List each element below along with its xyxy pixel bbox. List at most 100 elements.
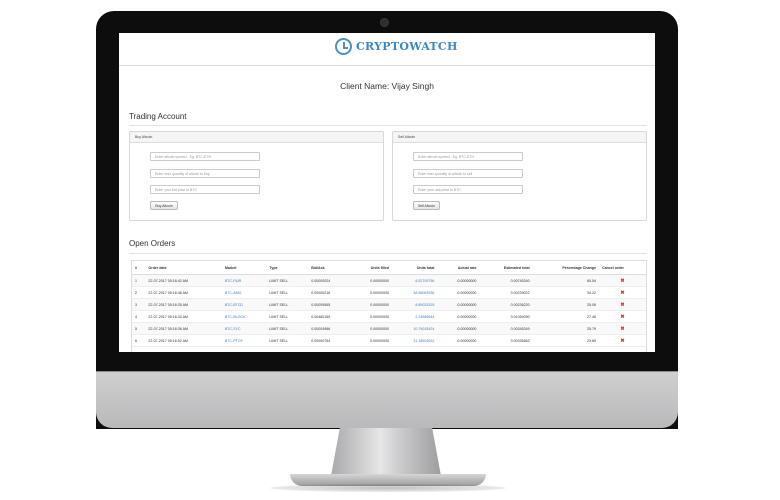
table-row: 1 22-07-2017 05:16:42 AM BTC-FAIR LIMIT … <box>132 274 646 287</box>
actual-rate: 0.00000000 <box>437 310 480 323</box>
actual-rate: 0.00000000 <box>437 334 480 347</box>
percentage-change: 34.22 <box>532 286 599 299</box>
cancel-icon[interactable]: ✖ <box>598 310 646 323</box>
sell-panel: Sell Altcoin Enter altcoin symbol - Eg. … <box>392 131 647 221</box>
buy-bid-input[interactable]: Enter your bid price in BTC <box>150 185 260 194</box>
units-filled: 0.00000000 <box>350 298 393 311</box>
row-index: 6 <box>132 334 146 347</box>
row-index: 1 <box>132 274 146 287</box>
buy-symbol-input[interactable]: Enter altcoin symbol - Eg. BTC-ETH <box>150 152 260 161</box>
units-filled: 0.00000000 <box>350 334 393 347</box>
row-index: 3 <box>132 298 146 311</box>
market-link[interactable]: BTC-AMG <box>221 286 267 299</box>
market-link[interactable]: BTC-PTOY <box>221 334 267 347</box>
open-orders-table: # Order date Market Type Bid/Ask Units f… <box>131 260 647 352</box>
table-row: 5 22-07-2017 05:16:36 AM BTC-SYC LIMIT S… <box>132 322 646 335</box>
units-filled: 0.00000000 <box>350 286 393 299</box>
percentage-change: 27.46 <box>532 310 599 323</box>
units-total: 10.79015424 <box>392 322 438 335</box>
actual-rate: 0.00000000 <box>437 298 480 311</box>
col-percentage-change: Percentage Change <box>532 261 599 275</box>
client-name: Client Name: Vijay Singh <box>340 81 434 91</box>
cancel-icon[interactable]: ✖ <box>598 286 646 299</box>
bid-ask: 0.00000754 <box>308 334 351 347</box>
estimated-total: 0.00745340 <box>479 274 533 287</box>
market-link[interactable]: BTC-BTCD <box>221 298 267 311</box>
estimated-total: 0.00236220 <box>479 298 533 311</box>
table-row: 4 22-07-2017 05:16:33 AM BTC-BLOCK LIMIT… <box>132 310 646 323</box>
order-type: LIMIT SELL <box>266 322 309 335</box>
units-filled: 0.00000000 <box>350 322 393 335</box>
percentage-change: 25.79 <box>532 322 599 335</box>
row-index: 5 <box>132 322 146 335</box>
percentage-change: 60.54 <box>532 274 599 287</box>
units-total: 2.24666544 <box>392 310 438 323</box>
sell-quantity-input[interactable]: Enter max quantity of altcoin to sell <box>413 169 523 178</box>
col-type: Type <box>266 261 309 275</box>
col-order-date: Order date <box>145 261 222 275</box>
sell-altcoin-button[interactable]: Sell Altcoin <box>413 201 440 210</box>
open-orders-title: Open Orders <box>129 239 176 248</box>
market-link[interactable]: BTC-FAIR <box>221 274 267 287</box>
order-type: LIMIT SELL <box>266 298 309 311</box>
stand-shadow <box>270 484 506 492</box>
divider <box>129 253 647 254</box>
cancel-icon[interactable]: ✖ <box>598 274 646 287</box>
percentage-change: 25.06 <box>532 298 599 311</box>
order-date: 22-07-2017 05:16:46 AM <box>145 286 222 299</box>
monitor-stand-neck <box>331 428 441 476</box>
cancel-icon[interactable]: ✖ <box>598 322 646 335</box>
monitor-chin <box>96 372 678 428</box>
market-link[interactable]: BTC-BLOCK <box>221 310 267 323</box>
estimated-total: 0.01054090 <box>479 310 533 323</box>
actual-rate: 0.00000000 <box>437 322 480 335</box>
cancel-icon[interactable]: ✖ <box>598 298 646 311</box>
buy-quantity-input[interactable]: Enter max quantity of altcoin to buy <box>150 169 260 178</box>
sell-symbol-input[interactable]: Enter altcoin symbol - Eg. BTC-ETH <box>413 152 523 161</box>
bid-ask: 0.00000024 <box>308 274 351 287</box>
cancel-icon[interactable]: ✖ <box>598 334 646 347</box>
col-index: # <box>132 261 146 275</box>
units-total: 8.89025325 <box>392 298 438 311</box>
buy-panel: Buy Altcoin Enter altcoin symbol - Eg. B… <box>129 131 384 221</box>
col-estimated-total: Estimated total <box>479 261 533 275</box>
webcam <box>380 18 389 27</box>
browser-viewport: CRYPTOWATCH Client Name: Vijay Singh Tra… <box>119 33 655 352</box>
actual-rate: 0.00000000 <box>437 274 480 287</box>
table-header-row: # Order date Market Type Bid/Ask Units f… <box>132 261 646 275</box>
table-row: 6 22-07-2017 05:16:52 AM BTC-PTOY LIMIT … <box>132 334 646 347</box>
trading-account-title: Trading Account <box>129 112 187 121</box>
buy-panel-header: Buy Altcoin <box>130 132 383 143</box>
units-filled: 0.00000000 <box>350 274 393 287</box>
clock-icon <box>335 38 352 55</box>
actual-rate: 0.00000000 <box>437 286 480 299</box>
col-market: Market <box>221 261 267 275</box>
col-units-filled: Units filled <box>350 261 393 275</box>
units-total: 8.52709756 <box>392 274 438 287</box>
row-index: 2 <box>132 286 146 299</box>
sell-ask-input[interactable]: Enter your ask price in BTC <box>413 185 523 194</box>
col-cancel-order: Cancel order <box>598 261 646 275</box>
bid-ask: 0.00480155 <box>308 310 351 323</box>
row-index: 4 <box>132 310 146 323</box>
order-type: LIMIT SELL <box>266 286 309 299</box>
divider <box>129 125 647 126</box>
units-total: 31.18902632 <box>392 334 438 347</box>
estimated-total: 0.00345349 <box>479 322 533 335</box>
estimated-total: 0.00239022 <box>479 286 533 299</box>
brand-name: CRYPTOWATCH <box>356 40 458 53</box>
sell-panel-header: Sell Altcoin <box>393 132 646 143</box>
col-bid-ask: Bid/Ask <box>308 261 351 275</box>
order-type: LIMIT SELL <box>266 334 309 347</box>
market-link[interactable]: BTC-SYC <box>221 322 267 335</box>
order-type: LIMIT SELL <box>266 310 309 323</box>
buy-altcoin-button[interactable]: Buy Altcoin <box>150 201 178 210</box>
bid-ask: 0.00004966 <box>308 322 351 335</box>
bid-ask: 0.00000216 <box>308 286 351 299</box>
units-total: 38.56063936 <box>392 286 438 299</box>
brand-logo[interactable]: CRYPTOWATCH <box>335 38 458 55</box>
units-filled: 0.00000000 <box>350 310 393 323</box>
order-date: 22-07-2017 05:16:35 AM <box>145 298 222 311</box>
bid-ask: 0.00009565 <box>308 298 351 311</box>
order-type: LIMIT SELL <box>266 274 309 287</box>
